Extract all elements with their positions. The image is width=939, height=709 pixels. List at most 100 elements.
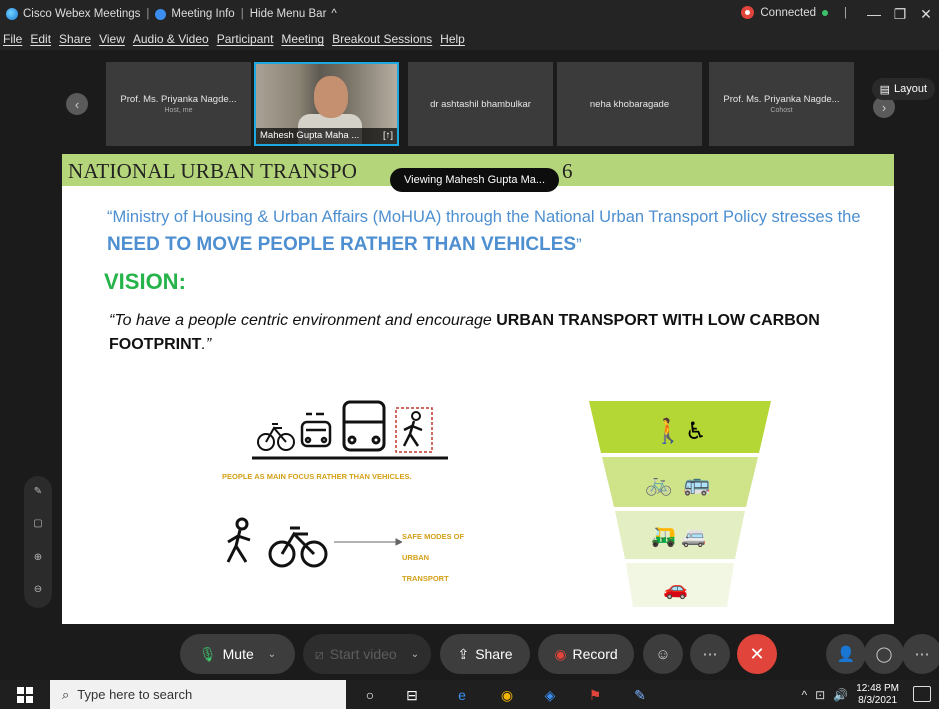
zoom-out-icon[interactable]: ⊖ xyxy=(24,584,52,595)
menu-audio-video[interactable]: Audio & Video xyxy=(133,32,209,46)
chevron-up-icon[interactable]: ^ xyxy=(802,688,808,702)
bicycle-icon xyxy=(257,423,295,451)
funnel-level-cycle-bus xyxy=(602,457,758,507)
zoom-toolbar: ✎ ▢ ⊕ ⊖ xyxy=(24,476,52,608)
participant-name: dr ashtashil bhambulkar xyxy=(430,98,531,110)
menu-meeting[interactable]: Meeting xyxy=(281,32,324,46)
van-icon: 🚐 xyxy=(681,524,706,548)
taskbar-search-box[interactable]: ⌕ Type here to search xyxy=(50,680,346,709)
fit-icon[interactable]: ▢ xyxy=(24,518,52,529)
annotate-icon[interactable]: ✎ xyxy=(24,486,52,497)
notifications-icon[interactable] xyxy=(913,686,931,702)
layout-label: Layout xyxy=(893,83,927,95)
meeting-info-label: Meeting Info xyxy=(171,8,235,20)
car-small-icon: 🚗 xyxy=(663,576,688,600)
webex-logo-icon xyxy=(6,8,18,20)
popout-icon[interactable]: [↑] xyxy=(383,128,393,144)
minimize-icon[interactable]: — xyxy=(861,6,887,22)
restore-icon[interactable]: ❐ xyxy=(887,6,913,23)
windows-taskbar: ⌕ Type here to search ○ ⊟ e ◉ ◈ ⚑ ✎ ^ ⊡ … xyxy=(0,680,939,709)
clock-date: 8/3/2021 xyxy=(858,694,898,706)
start-button[interactable] xyxy=(0,680,50,709)
scroll-left-button[interactable]: ‹ xyxy=(66,93,88,115)
participant-role: Cohost xyxy=(770,107,793,114)
bus-icon xyxy=(342,400,386,452)
start-video-label: Start video xyxy=(329,646,397,662)
pedestrian-icon xyxy=(395,407,433,453)
more-options-button[interactable]: ⋯ xyxy=(690,634,730,674)
network-icon[interactable]: ⊡ xyxy=(815,688,825,702)
title-bar: Cisco Webex Meetings | Meeting Info | Hi… xyxy=(0,0,939,28)
participant-name: Mahesh Gupta Maha ... xyxy=(260,130,360,141)
chevron-down-icon[interactable]: ⌄ xyxy=(411,649,419,660)
walk-icon: 🚶 xyxy=(653,417,683,445)
presentation-slide: NATIONAL URBAN TRANSPO 6 “Ministry of Ho… xyxy=(62,154,894,624)
hide-menu-label: Hide Menu Bar xyxy=(249,8,327,20)
volume-icon[interactable]: 🔊 xyxy=(833,688,848,702)
ellipsis-icon: ⋯ xyxy=(702,646,718,663)
clock-time: 12:48 PM xyxy=(856,682,899,694)
menu-breakout-sessions[interactable]: Breakout Sessions xyxy=(332,32,432,46)
vehicles-illustration xyxy=(252,400,448,460)
chat-button[interactable]: ◯ xyxy=(864,634,904,674)
close-icon[interactable]: ✕ xyxy=(913,6,939,23)
acrobat-icon[interactable]: ⚑ xyxy=(585,685,605,705)
panel-more-button[interactable]: ⋯ xyxy=(902,634,939,674)
start-video-button[interactable]: ⧄ Start video ⌄ xyxy=(303,634,431,674)
windows-logo-icon xyxy=(17,686,33,703)
info-icon xyxy=(155,8,167,20)
reactions-button[interactable]: ☺ xyxy=(643,634,683,674)
menu-help[interactable]: Help xyxy=(440,32,465,46)
menu-participant[interactable]: Participant xyxy=(217,32,274,46)
connection-label: Connected xyxy=(760,6,816,19)
shared-content-area: NATIONAL URBAN TRANSPO 6 “Ministry of Ho… xyxy=(0,154,939,624)
meeting-info-button[interactable]: Meeting Info xyxy=(155,8,235,20)
policy-quote-close: ” xyxy=(576,236,582,254)
record-button[interactable]: ◉ Record xyxy=(538,634,634,674)
safe-modes-line-3: TRANSPORT xyxy=(402,574,449,583)
walker-icon xyxy=(226,517,251,563)
smiley-icon: ☺ xyxy=(655,645,671,663)
participant-tile[interactable]: dr ashtashil bhambulkar xyxy=(408,62,553,146)
layout-button[interactable]: ▤ Layout xyxy=(871,78,935,100)
record-icon: ◉ xyxy=(554,645,567,662)
menu-view[interactable]: View xyxy=(99,32,125,46)
share-icon: ⇪ xyxy=(457,645,470,662)
participant-name: neha khobaragade xyxy=(589,98,670,110)
menu-edit[interactable]: Edit xyxy=(30,32,51,46)
participant-name: Prof. Ms. Priyanka Nagde... xyxy=(723,94,840,105)
car-icon xyxy=(300,412,332,448)
paint-icon[interactable]: ✎ xyxy=(630,685,650,705)
webex-window: Cisco Webex Meetings | Meeting Info | Hi… xyxy=(0,0,939,709)
zoom-in-icon[interactable]: ⊕ xyxy=(24,552,52,563)
walk-and-cycle-illustration xyxy=(226,517,402,568)
leave-meeting-button[interactable]: ✕ xyxy=(737,634,777,674)
participant-video-tile[interactable]: Mahesh Gupta Maha ... [↑] xyxy=(254,62,399,146)
clock[interactable]: 12:48 PM 8/3/2021 xyxy=(856,683,899,707)
participant-tile[interactable]: Prof. Ms. Priyanka Nagde... Cohost xyxy=(709,62,854,146)
separator: | xyxy=(146,8,150,20)
bus-small-icon: 🚌 xyxy=(683,472,710,497)
separator: | xyxy=(844,6,847,19)
app-name: Cisco Webex Meetings xyxy=(23,8,141,20)
task-view-icon[interactable]: ⊟ xyxy=(402,685,422,705)
webex-taskbar-icon[interactable]: ◈ xyxy=(540,685,560,705)
system-tray: ^ ⊡ 🔊 12:48 PM 8/3/2021 xyxy=(802,680,899,709)
hide-menu-bar-button[interactable]: Hide Menu Bar ^ xyxy=(250,8,337,20)
menu-bar: File Edit Share View Audio & Video Parti… xyxy=(0,28,939,50)
chrome-icon[interactable]: ◉ xyxy=(497,685,517,705)
cortana-icon[interactable]: ○ xyxy=(360,685,380,705)
edge-browser-icon[interactable]: e xyxy=(452,685,472,705)
menu-share[interactable]: Share xyxy=(59,32,91,46)
policy-quote-emphasis: NEED TO MOVE PEOPLE RATHER THAN VEHICLES xyxy=(107,234,577,255)
connection-status[interactable]: Connected | xyxy=(741,6,847,19)
participants-panel-button[interactable]: 👤 xyxy=(826,634,866,674)
chevron-down-icon[interactable]: ⌄ xyxy=(268,649,276,660)
autorickshaw-icon: 🛺 xyxy=(651,524,676,548)
safe-modes-line-2: URBAN xyxy=(402,553,430,562)
participant-tile[interactable]: neha khobaragade xyxy=(557,62,702,146)
menu-file[interactable]: File xyxy=(3,32,22,46)
participant-tile[interactable]: Prof. Ms. Priyanka Nagde... Host, me xyxy=(106,62,251,146)
share-button[interactable]: ⇪ Share xyxy=(440,634,530,674)
mute-button[interactable]: 🎙 Mute ⌄ xyxy=(180,634,295,674)
